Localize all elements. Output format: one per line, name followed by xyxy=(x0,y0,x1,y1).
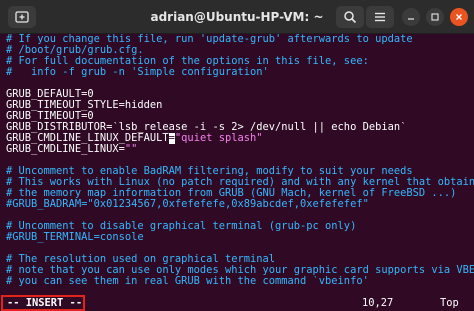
line-text: GRUB_TIMEOUT=0 xyxy=(6,111,94,122)
line-text: # you can see them in real GRUB with the… xyxy=(6,276,369,287)
editor-line: # info -f grub -n 'Simple configuration' xyxy=(6,67,474,78)
line-text: # note that you can use only modes which… xyxy=(6,265,474,276)
close-button[interactable] xyxy=(450,8,468,26)
line-text: # If you change this file, run 'update-g… xyxy=(6,34,413,45)
editor-line: # If you change this file, run 'update-g… xyxy=(6,34,474,45)
line-text: # The resolution used on graphical termi… xyxy=(6,254,275,265)
cursor-position: 10,27 xyxy=(362,297,394,309)
new-tab-button[interactable] xyxy=(8,6,36,28)
hamburger-menu-icon xyxy=(375,12,385,22)
line-text: #GRUB_BADRAM="0x01234567,0xfefefefe,0x89… xyxy=(6,199,369,210)
line-text: GRUB_CMDLINE_LINUX_DEFAULT xyxy=(6,133,169,144)
maximize-button[interactable] xyxy=(426,8,444,26)
line-text: GRUB_CMDLINE_LINUX= xyxy=(6,144,125,155)
editor-line: # /boot/grub/grub.cfg. xyxy=(6,45,474,56)
scroll-position: Top xyxy=(440,297,459,309)
editor-line: # This works with Linux (no patch requir… xyxy=(6,177,474,188)
editor-line: #GRUB_BADRAM="0x01234567,0xfefefefe,0x89… xyxy=(6,199,474,210)
editor-line: GRUB_DEFAULT=0 xyxy=(6,89,474,100)
editor-line: # The resolution used on graphical termi… xyxy=(6,254,474,265)
line-text: GRUB_DEFAULT=0 xyxy=(6,89,94,100)
menu-button[interactable] xyxy=(366,6,394,28)
editor-line: GRUB_CMDLINE_LINUX="" xyxy=(6,144,474,155)
editor-line: # Uncomment to disable graphical termina… xyxy=(6,221,474,232)
line-text: # Uncomment to enable BadRAM filtering, … xyxy=(6,166,413,177)
line-text: #GRUB_TERMINAL=console xyxy=(6,232,144,243)
editor-line: GRUB_TIMEOUT=0 xyxy=(6,111,474,122)
editor-text-area[interactable]: # If you change this file, run 'update-g… xyxy=(0,34,474,311)
editor-line: # Uncomment to enable BadRAM filtering, … xyxy=(6,166,474,177)
editor-line: #GRUB_TERMINAL=console xyxy=(6,232,474,243)
editor-line: # For full documentation of the options … xyxy=(6,56,474,67)
maximize-icon xyxy=(431,13,439,21)
editor-line: # note that you can use only modes which… xyxy=(6,265,474,276)
line-text: # the memory map information from GRUB (… xyxy=(6,188,457,199)
line-text: # For full documentation of the options … xyxy=(6,56,369,67)
close-icon xyxy=(456,14,462,20)
editor-line: GRUB_TIMEOUT_STYLE=hidden xyxy=(6,100,474,111)
line-text: GRUB_DISTRIBUTOR=`lsb_release -i -s 2> /… xyxy=(6,122,407,133)
search-button[interactable] xyxy=(336,6,364,28)
line-text: # info -f grub -n 'Simple configuration' xyxy=(6,67,269,78)
line-text: GRUB_TIMEOUT_STYLE=hidden xyxy=(6,100,163,111)
search-icon xyxy=(344,11,357,24)
editor-line: GRUB_DISTRIBUTOR=`lsb_release -i -s 2> /… xyxy=(6,122,474,133)
terminal-window: adrian@Ubuntu-HP-VM: ~ # If you change t… xyxy=(0,0,474,311)
title-bar: adrian@Ubuntu-HP-VM: ~ xyxy=(0,0,474,34)
line-text: # This works with Linux (no patch requir… xyxy=(6,177,474,188)
minimize-button[interactable] xyxy=(402,8,420,26)
new-tab-icon xyxy=(15,11,29,23)
editor-line: # you can see them in real GRUB with the… xyxy=(6,276,474,287)
editor-line: GRUB_CMDLINE_LINUX_DEFAULT="quiet splash… xyxy=(6,133,474,144)
vim-status-line: -- INSERT -- 10,27 Top xyxy=(0,295,474,311)
minimize-icon xyxy=(408,18,414,20)
editor-line: # the memory map information from GRUB (… xyxy=(6,188,474,199)
insert-mode-indicator: -- INSERT -- xyxy=(1,295,85,311)
line-text: "" xyxy=(124,144,138,155)
line-text: # Uncomment to disable graphical termina… xyxy=(6,221,357,232)
line-text: # /boot/grub/grub.cfg. xyxy=(6,45,144,56)
line-text: "quiet splash" xyxy=(174,133,263,144)
